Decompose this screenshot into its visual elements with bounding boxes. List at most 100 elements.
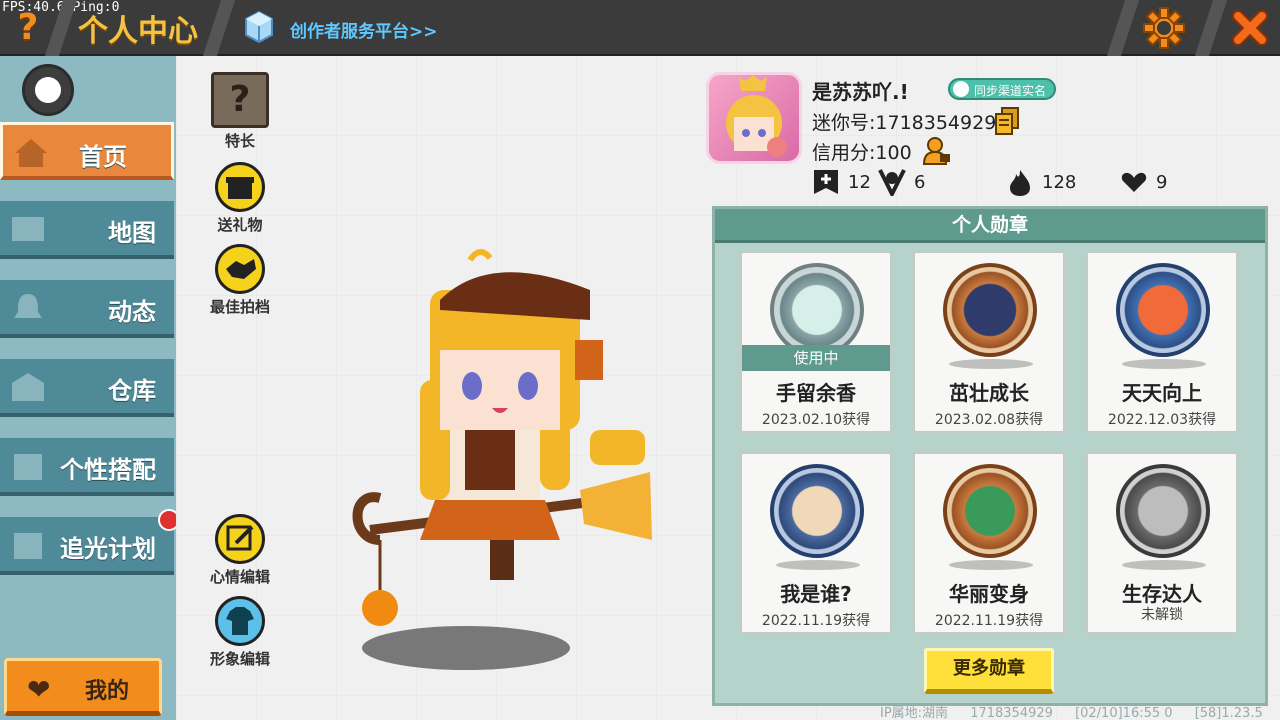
- mine-button[interactable]: ❤ 我的: [4, 658, 162, 716]
- outfit-icon: [14, 454, 42, 480]
- divider: [1106, 0, 1140, 56]
- sidebar-item-warehouse[interactable]: 仓库: [0, 359, 174, 417]
- mine-button-label: 我的: [85, 679, 130, 704]
- sidebar-item-outfit[interactable]: 个性搭配: [0, 438, 174, 496]
- top-bar: FPS:40.6 Ping:0 ? 个人中心 创作者服务平台>>: [0, 0, 1280, 56]
- badge-date: 2023.02.08获得: [934, 412, 1044, 428]
- heart-icon: ❤: [27, 673, 51, 706]
- sidebar-item-label: 首页: [79, 143, 127, 171]
- in-use-tag: 使用中: [742, 345, 890, 371]
- creator-cube-icon[interactable]: [244, 10, 274, 44]
- mood-edit-button[interactable]: 心情编辑: [205, 514, 275, 587]
- edit-icon: [215, 514, 265, 564]
- badge-date: 2022.12.03获得: [1107, 412, 1217, 428]
- best-partner-label: 最佳拍档: [209, 298, 270, 316]
- best-partner-button[interactable]: 最佳拍档: [205, 244, 275, 317]
- badge-shadow: [1122, 359, 1206, 369]
- badge-shadow: [949, 560, 1033, 570]
- footer-info: IP属地:湖南 1718354929 [02/10]16:55 0 [58]1.…: [880, 702, 1280, 720]
- badge-card[interactable]: 茁壮成长 2023.02.08获得: [913, 251, 1065, 433]
- ip-location: IP属地:湖南: [880, 706, 949, 720]
- plus-flag-icon: [814, 170, 838, 194]
- badge-card[interactable]: 天天向上 2022.12.03获得: [1086, 251, 1238, 433]
- creator-platform-link[interactable]: 创作者服务平台>>: [290, 17, 438, 42]
- badge-name: 手留余香: [776, 381, 856, 405]
- specialty-label: 特长: [224, 132, 255, 150]
- mood-edit-label: 心情编辑: [209, 568, 270, 586]
- outfit-shirt-icon: [215, 596, 265, 646]
- map-icon: [12, 217, 44, 241]
- badges-title: 个人勋章: [715, 209, 1265, 243]
- badge-name: 我是谁?: [780, 582, 852, 606]
- page-title: 个人中心: [78, 14, 198, 49]
- avatar[interactable]: [706, 72, 802, 164]
- badge-card[interactable]: 我是谁? 2022.11.19获得: [740, 452, 892, 634]
- sidebar-item-label: 地图: [108, 219, 156, 247]
- person-icon: [953, 81, 969, 97]
- badge-name: 天天向上: [1122, 381, 1202, 405]
- sidebar-item-label: 仓库: [108, 377, 156, 405]
- light-plan-icon: [14, 533, 42, 559]
- avatar-character[interactable]: [340, 240, 670, 680]
- stat-value: 12: [848, 172, 871, 193]
- sidebar-item-feed[interactable]: 动态: [0, 280, 174, 338]
- stat-value: 9: [1156, 172, 1168, 193]
- badge-date: 未解锁: [1141, 607, 1183, 623]
- sync-realname-button[interactable]: 同步渠道实名: [948, 78, 1057, 100]
- badge-card[interactable]: 生存达人 未解锁: [1086, 452, 1238, 634]
- badge-medal-icon: [943, 263, 1037, 357]
- image-edit-button[interactable]: 形象编辑: [205, 596, 275, 669]
- mini-id: 迷你号:1718354929: [812, 112, 997, 134]
- badge-shadow: [1122, 560, 1206, 570]
- username: 是苏苏吖.!: [812, 80, 909, 104]
- stat-value: 128: [1042, 172, 1077, 193]
- question-block-icon: ?: [211, 72, 269, 128]
- badge-shadow: [949, 359, 1033, 369]
- credit-user-icon[interactable]: [922, 136, 952, 166]
- fans-icon: [878, 169, 906, 196]
- sidebar-item-label: 个性搭配: [60, 456, 156, 484]
- sidebar-item-label: 动态: [108, 298, 156, 326]
- fire-icon: [1010, 170, 1030, 196]
- sidebar-item-home[interactable]: 首页: [0, 122, 174, 180]
- stat-value: 6: [914, 172, 926, 193]
- credit-score: 信用分:100: [812, 142, 912, 164]
- badge-date: 2023.02.10获得: [761, 412, 871, 428]
- badge-shadow: [776, 560, 860, 570]
- sidebar-item-light-plan[interactable]: 追光计划: [0, 517, 174, 575]
- badge-date: 2022.11.19获得: [934, 613, 1044, 629]
- hearts-icon: [1121, 172, 1147, 192]
- toggle-switch[interactable]: [22, 64, 74, 116]
- sidebar-item-map[interactable]: 地图: [0, 201, 174, 259]
- handshake-icon: [215, 244, 265, 294]
- warehouse-icon: [12, 373, 44, 401]
- badge-name: 茁壮成长: [949, 381, 1029, 405]
- badge-medal-icon: [943, 464, 1037, 558]
- specialty-button[interactable]: ? 特长: [205, 72, 275, 151]
- badge-name: 生存达人: [1122, 582, 1202, 606]
- sync-realname-label: 同步渠道实名: [974, 84, 1047, 98]
- badge-date: 2022.11.19获得: [761, 613, 871, 629]
- badge-medal-icon: [1116, 464, 1210, 558]
- badge-card[interactable]: 使用中 手留余香 2023.02.10获得: [740, 251, 892, 433]
- divider: [202, 0, 236, 56]
- help-button[interactable]: ?: [10, 8, 46, 48]
- home-icon: [15, 139, 47, 167]
- copy-icon[interactable]: [994, 106, 1020, 136]
- gear-icon[interactable]: [1140, 4, 1188, 52]
- badge-card[interactable]: 华丽变身 2022.11.19获得: [913, 452, 1065, 634]
- close-icon[interactable]: [1226, 4, 1274, 52]
- gift-icon: [215, 162, 265, 212]
- badge-name: 华丽变身: [949, 582, 1029, 606]
- footer-uid: 1718354929: [970, 706, 1053, 720]
- footer-version: [58]1.23.5: [1194, 706, 1263, 720]
- send-gift-button[interactable]: 送礼物: [205, 162, 275, 235]
- sidebar-item-label: 追光计划: [60, 535, 156, 563]
- badge-medal-icon: [1116, 263, 1210, 357]
- badge-medal-icon: [770, 464, 864, 558]
- image-edit-label: 形象编辑: [209, 650, 270, 668]
- badge-medal-icon: [770, 263, 864, 357]
- more-badges-button[interactable]: 更多勋章: [924, 648, 1054, 694]
- divider: [1194, 0, 1228, 56]
- send-gift-label: 送礼物: [217, 216, 263, 234]
